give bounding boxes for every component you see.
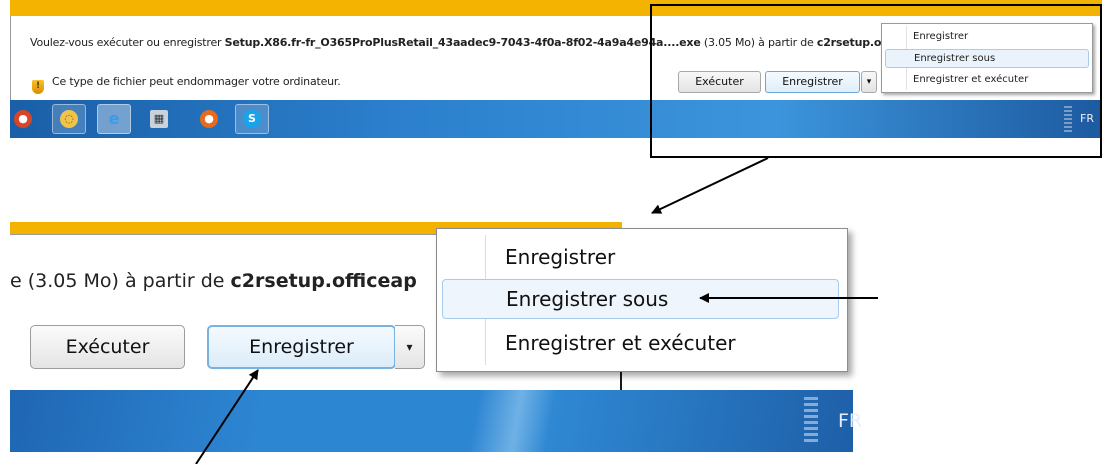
zoomed-download-source: c2rsetup.officeap [230, 270, 417, 292]
zoomed-download-message: e (3.05 Mo) à partir de c2rsetup.officea… [10, 270, 417, 292]
outlook-icon: ◌ [60, 110, 78, 128]
calculator-icon[interactable]: ▦ [150, 110, 168, 128]
zoomed-menu-item-save-as[interactable]: Enregistrer sous [442, 279, 839, 319]
file-name: Setup.X86.fr-fr_O365ProPlusRetail_43aade… [224, 36, 701, 49]
warning-text: Ce type de fichier peut endommager votre… [52, 75, 341, 88]
zoomed-save-button[interactable]: Enregistrer [207, 325, 396, 369]
zoomed-message: e (3.05 Mo) à partir de [10, 270, 231, 292]
zoomed-language-indicator[interactable]: FR [838, 410, 862, 432]
shield-warning-icon: ! [32, 80, 44, 94]
zoomed-taskbar [10, 390, 853, 452]
zoomed-save-options-menu: Enregistrer Enregistrer sous Enregistrer… [436, 228, 848, 372]
message-prefix: Voulez-vous exécuter ou enregistrer [30, 36, 225, 49]
warning-row: ! Ce type de fichier peut endommager votr… [32, 75, 341, 94]
internet-explorer-icon: e [108, 109, 120, 128]
zoomed-save-options-dropdown-button[interactable]: ▾ [395, 325, 425, 369]
zoomed-menu-item-save[interactable]: Enregistrer [442, 237, 839, 277]
zoomed-run-button[interactable]: Exécuter [30, 325, 185, 369]
firefox-icon[interactable]: ● [200, 110, 218, 128]
skype-icon: S [243, 110, 261, 128]
zoom-arrow [651, 157, 769, 214]
chrome-icon[interactable]: ● [14, 110, 32, 128]
highlight-frame [650, 4, 1102, 158]
zoomed-taskbar-grip [804, 397, 818, 443]
zoomed-menu-item-save-and-run[interactable]: Enregistrer et exécuter [442, 323, 839, 363]
